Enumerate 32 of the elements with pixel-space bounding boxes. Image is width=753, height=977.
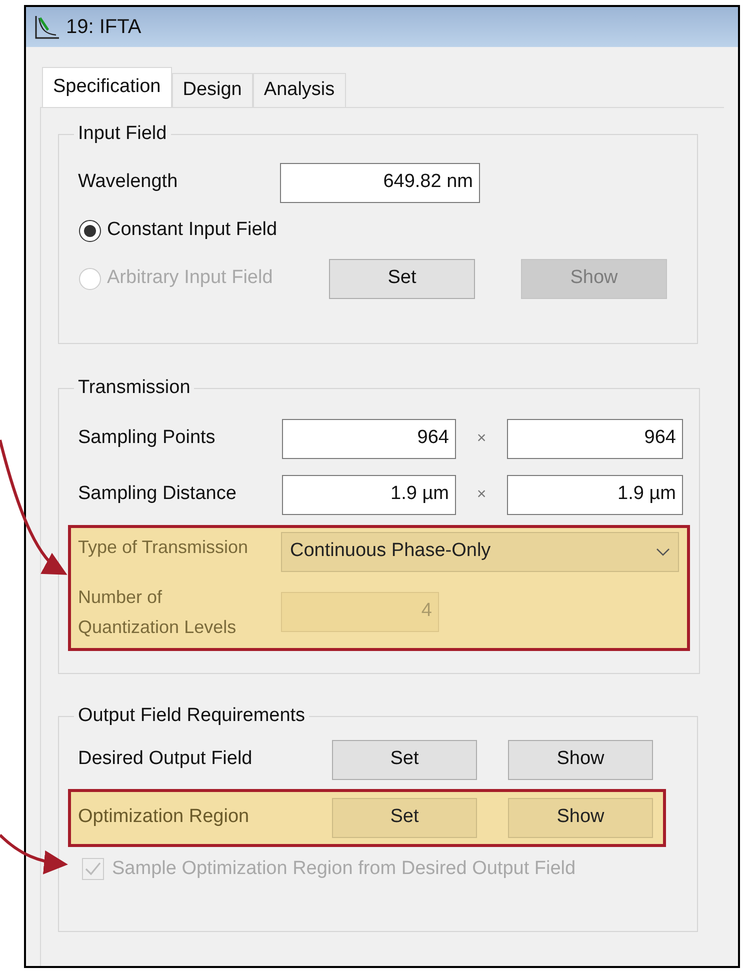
group-title: Input Field xyxy=(77,122,168,146)
field-label: Number of Quantization Levels xyxy=(78,586,238,638)
button[interactable]: Show xyxy=(508,798,653,838)
chevron-down-icon xyxy=(656,548,670,556)
annotation-arrow xyxy=(0,834,68,874)
tab[interactable]: Specification xyxy=(42,67,172,107)
checkmark-icon xyxy=(85,862,101,876)
field-label: Optimization Region xyxy=(78,805,250,830)
field-label: Sampling Points xyxy=(78,426,216,450)
group-title: Output Field Requirements xyxy=(77,704,306,728)
field-label: Type of Transmission xyxy=(78,536,250,559)
text-field[interactable]: 1.9 µm xyxy=(282,474,456,514)
radio-button[interactable]: Constant Input Field xyxy=(79,216,329,245)
field-label: Desired Output Field xyxy=(78,747,254,772)
button[interactable]: Set xyxy=(332,740,477,780)
window-title: 19: IFTA xyxy=(66,15,142,40)
text-field[interactable]: 964 xyxy=(282,418,456,458)
chart-icon xyxy=(34,14,60,40)
button[interactable]: Set xyxy=(332,798,477,838)
group-title: Transmission xyxy=(77,376,192,400)
field-label: Wavelength xyxy=(78,170,179,194)
text-field[interactable]: 649.82 nm xyxy=(280,162,480,202)
field-label: Sampling Distance xyxy=(78,482,238,506)
tab[interactable]: Design xyxy=(172,73,253,107)
text-field[interactable]: 964 xyxy=(507,418,683,458)
times-sign: × xyxy=(476,428,488,448)
text-field[interactable]: 1.9 µm xyxy=(507,474,683,514)
times-sign: × xyxy=(476,484,488,504)
button[interactable]: Show xyxy=(508,740,653,780)
tab[interactable]: Analysis xyxy=(252,73,346,107)
button[interactable]: Set xyxy=(329,258,475,298)
dropdown[interactable]: Continuous Phase-Only xyxy=(281,532,679,572)
